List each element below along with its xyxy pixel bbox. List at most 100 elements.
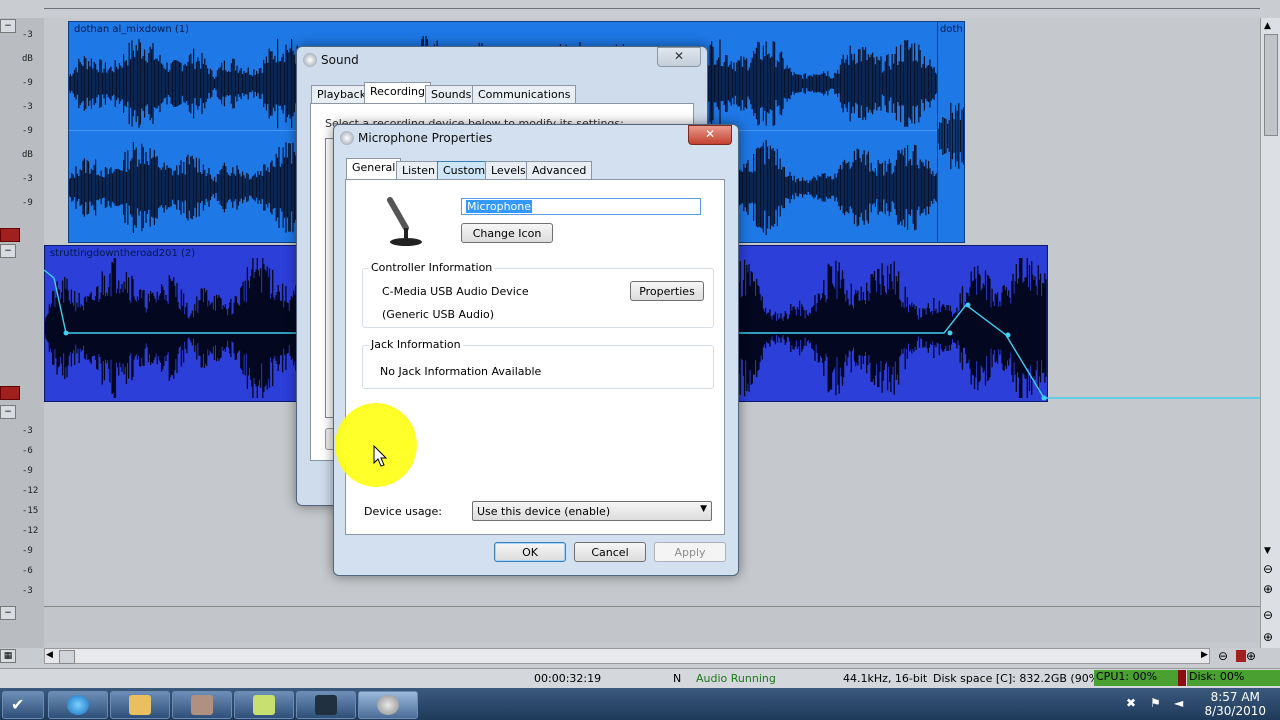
cpu-meter: CPU1: 00% [1094, 670, 1178, 686]
audio-clip-mixdown-2[interactable]: doth [937, 21, 965, 243]
cpu-peak-indicator [1178, 670, 1186, 686]
tab-custom[interactable]: Custom [437, 161, 492, 180]
ie-icon [67, 695, 89, 715]
tab-communications[interactable]: Communications [472, 85, 577, 104]
zoom-out-icon[interactable]: ⊖ [1263, 608, 1273, 622]
scroll-up-icon[interactable]: ▲ [1264, 21, 1276, 31]
group-title: Jack Information [369, 338, 463, 351]
zoom-in-icon[interactable]: ⊕ [1263, 630, 1273, 644]
group-title: Controller Information [369, 261, 495, 274]
horizontal-scrollbar[interactable]: ◀ ▶ [44, 648, 1210, 664]
tab-playback[interactable]: Playback [311, 85, 373, 104]
microphone-properties-dialog[interactable]: Microphone Properties ✕ General Listen C… [333, 124, 739, 576]
meter-scale-label: -15 [22, 506, 39, 516]
close-button[interactable]: ✕ [688, 125, 732, 145]
speaker-icon [303, 53, 317, 67]
volume-icon[interactable]: ◄ [1174, 696, 1183, 710]
jack-info-group: Jack Information No Jack Information Ava… [362, 338, 714, 389]
mode-indicator: N [673, 672, 682, 685]
tab-advanced[interactable]: Advanced [526, 161, 593, 180]
tab-recording[interactable]: Recording [364, 82, 432, 104]
vertical-scrollbar[interactable]: ▲ ▼ ⊖ ⊕ ⊖ ⊕ [1260, 18, 1280, 648]
device-name-text: Microphone [466, 200, 533, 213]
photo-icon [191, 695, 213, 715]
mixer-toggle-button[interactable]: ▦ [0, 649, 16, 663]
scroll-left-icon[interactable]: ◀ [46, 650, 53, 660]
general-panel: Microphone Change Icon Controller Inform… [345, 179, 725, 535]
track1-record-button[interactable] [0, 228, 20, 242]
track1-collapse-button[interactable]: − [0, 19, 16, 33]
track-headers: − − − − ▦ -3 dB -9 -3 -9 dB -3 -9 -3 -6 -9 -12 -15 -… [0, 18, 45, 663]
status-bar: 00:00:32:19 N Audio Running 44.1kHz, 16-… [0, 668, 1280, 689]
device-usage-select[interactable]: Use this device (enable) ▼ [472, 501, 712, 521]
tab-general[interactable]: General [346, 158, 402, 180]
jack-text: No Jack Information Available [380, 365, 542, 378]
sample-format: 44.1kHz, 16-bit [843, 672, 928, 685]
controller-info-group: Controller Information C-Media USB Audio… [362, 261, 714, 328]
device-name-input[interactable]: Microphone [461, 198, 701, 215]
meter-scale-label: -9 [22, 466, 33, 476]
folder-icon [129, 695, 151, 715]
zoom-out-icon[interactable]: ⊖ [1263, 562, 1273, 576]
ok-button[interactable]: OK [494, 542, 566, 562]
meter-scale-label: -3 [22, 174, 33, 184]
start-button[interactable]: ✔ [2, 691, 44, 719]
zoom-in-icon[interactable]: ⊕ [1263, 582, 1273, 596]
taskbar-notes[interactable] [234, 691, 294, 719]
zoom-out-icon[interactable]: ⊖ [1218, 649, 1228, 663]
controller-subtitle: (Generic USB Audio) [382, 308, 495, 321]
clip-name: doth [940, 24, 963, 35]
tab-sounds[interactable]: Sounds [425, 85, 478, 104]
meter-scale-label: -6 [22, 446, 33, 456]
tab-levels[interactable]: Levels [485, 161, 532, 180]
scroll-thumb[interactable] [59, 650, 75, 664]
disk-space: Disk space [C]: 832.2GB (90%) [933, 672, 1104, 685]
sticky-notes-icon [253, 695, 275, 715]
track2-record-button[interactable] [0, 386, 20, 400]
zoom-in-icon[interactable]: ⊕ [1246, 649, 1256, 663]
waveform-small [938, 102, 964, 170]
meter-scale-label: -3 [22, 426, 33, 436]
device-usage-value: Use this device (enable) [477, 505, 611, 518]
timeline-ruler[interactable] [0, 0, 1280, 19]
clip-name: dothan al_mixdown (1) [74, 24, 190, 35]
empty-track-lane[interactable] [44, 606, 1260, 643]
meter-scale-label: -12 [22, 526, 39, 536]
scroll-thumb[interactable] [1264, 34, 1278, 136]
zoom-preset-icon[interactable] [1236, 650, 1246, 662]
properties-button[interactable]: Properties [630, 281, 704, 301]
meter-scale-label: -12 [22, 486, 39, 496]
taskbar-explorer[interactable] [110, 691, 170, 719]
tab-listen[interactable]: Listen [396, 161, 441, 180]
taskbar-photo[interactable] [172, 691, 232, 719]
device-usage-label: Device usage: [364, 505, 443, 518]
microphone-icon [340, 131, 354, 145]
checkmark-icon: ✔ [11, 695, 25, 714]
scroll-right-icon[interactable]: ▶ [1201, 650, 1208, 660]
clock-date: 8/30/2010 [1204, 704, 1266, 718]
speaker-icon [377, 695, 399, 715]
flag-icon[interactable]: ⚑ [1150, 696, 1161, 710]
change-icon-button[interactable]: Change Icon [461, 223, 553, 243]
cancel-button[interactable]: Cancel [574, 542, 646, 562]
taskbar-sound[interactable] [358, 691, 418, 719]
mouse-pointer-icon [373, 445, 388, 467]
meter-scale-label: -9 [22, 126, 33, 136]
close-button[interactable]: ✕ [657, 47, 701, 67]
taskbar-ie[interactable] [48, 691, 108, 719]
audio-status: Audio Running [696, 672, 776, 685]
meter-scale-label: -9 [22, 198, 33, 208]
scroll-down-icon[interactable]: ▼ [1264, 546, 1276, 556]
clock[interactable]: 8:57 AM 8/30/2010 [1204, 690, 1266, 718]
dialog-title: Microphone Properties [358, 131, 493, 145]
meter-scale-label: -3 [22, 586, 33, 596]
controller-name: C-Media USB Audio Device [382, 285, 529, 298]
network-icon[interactable]: ✖ [1126, 696, 1136, 710]
apply-button[interactable]: Apply [654, 542, 726, 562]
track3-collapse-button[interactable]: − [0, 405, 16, 419]
track4-collapse-button[interactable]: − [0, 606, 16, 620]
chevron-down-icon: ▼ [700, 504, 707, 514]
taskbar: ✔ ✖ ⚑ ◄ 8:57 AM 8/30/2010 [0, 688, 1280, 720]
taskbar-media[interactable] [296, 691, 356, 719]
track2-collapse-button[interactable]: − [0, 244, 16, 258]
